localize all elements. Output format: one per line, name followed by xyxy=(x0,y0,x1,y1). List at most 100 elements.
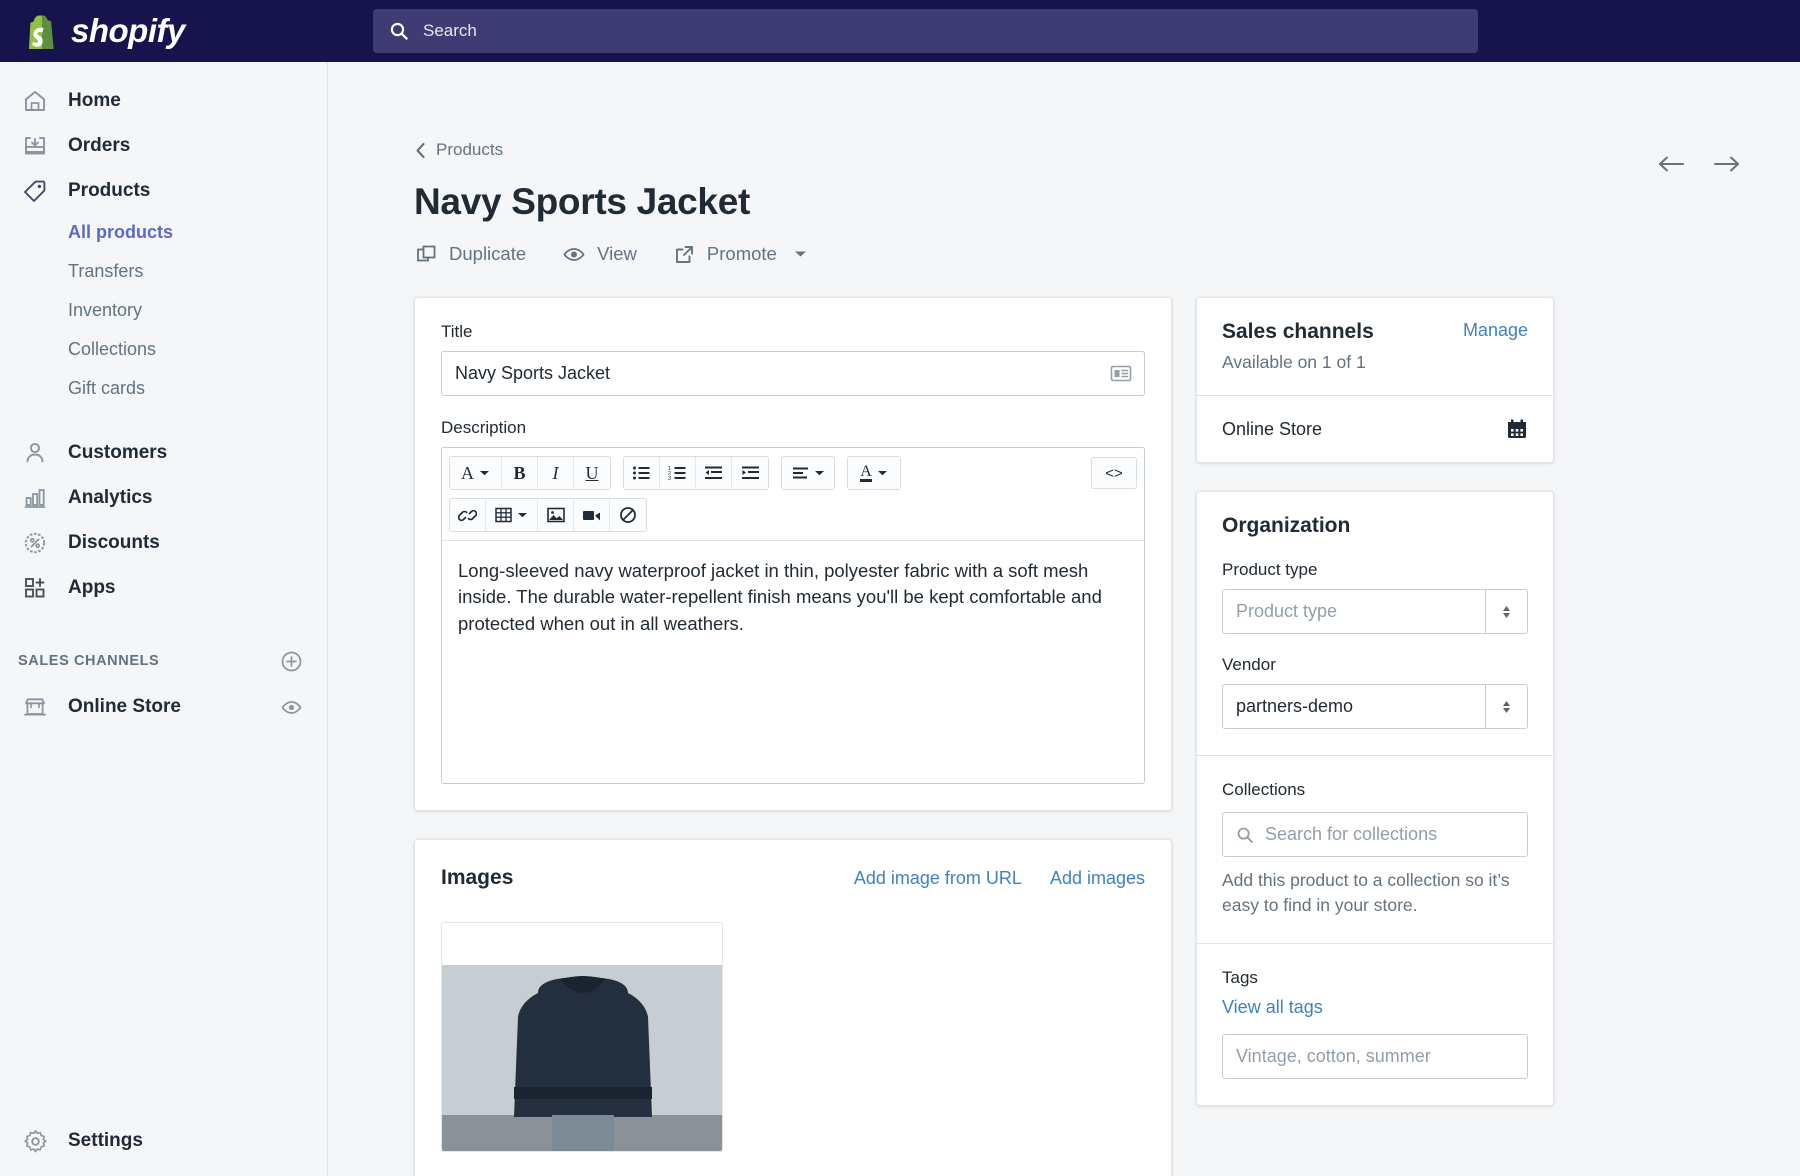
next-product-button[interactable] xyxy=(1712,154,1742,174)
images-card-header: Images Add image from URL Add images xyxy=(441,866,1145,890)
tags-input[interactable]: Vintage, cotton, summer xyxy=(1222,1034,1528,1079)
view-all-tags-link[interactable]: View all tags xyxy=(1222,997,1528,1018)
sidebar-nav: Home Orders Products All products Transf… xyxy=(0,62,328,1176)
product-actions: Duplicate View Promote xyxy=(414,243,1742,265)
numbered-list-icon[interactable]: 123 xyxy=(660,457,696,489)
top-bar: shopify Search xyxy=(0,0,1800,62)
sidebar-item-settings[interactable]: Settings xyxy=(0,1112,327,1170)
duplicate-icon xyxy=(416,244,437,265)
chevron-left-icon xyxy=(414,142,427,159)
text-align-icon[interactable] xyxy=(782,457,834,489)
description-editor: A B I U xyxy=(441,447,1145,784)
calendar-icon[interactable] xyxy=(1506,418,1528,440)
add-images-link[interactable]: Add images xyxy=(1050,868,1145,889)
title-field-label: Title xyxy=(441,322,1145,342)
add-image-from-url-link[interactable]: Add image from URL xyxy=(854,868,1022,889)
outdent-icon[interactable] xyxy=(696,457,732,489)
title-input[interactable]: Navy Sports Jacket xyxy=(441,351,1145,396)
font-style-icon[interactable]: A xyxy=(450,457,502,489)
sidebar-item-products[interactable]: Products xyxy=(0,168,327,213)
insert-image-icon[interactable] xyxy=(538,499,574,531)
page-header: Products Navy Sports Jacket xyxy=(414,140,1742,223)
storefront-icon xyxy=(18,694,52,720)
pagination-controls xyxy=(1656,140,1742,174)
sales-channels-heading: SALES CHANNELS xyxy=(18,653,159,669)
duplicate-button[interactable]: Duplicate xyxy=(416,243,526,265)
sidebar-subitem-transfers[interactable]: Transfers xyxy=(0,252,327,291)
vendor-label: Vendor xyxy=(1222,655,1528,675)
product-photo xyxy=(442,965,722,1151)
collections-search-input[interactable]: Search for collections xyxy=(1222,812,1528,857)
underline-icon[interactable]: U xyxy=(574,457,610,489)
insert-video-icon[interactable] xyxy=(574,499,610,531)
bulleted-list-icon[interactable] xyxy=(624,457,660,489)
page-title: Navy Sports Jacket xyxy=(414,181,750,223)
sidebar-item-label: Products xyxy=(68,180,150,202)
sidebar-item-label: Analytics xyxy=(68,487,152,509)
clear-formatting-icon[interactable] xyxy=(610,499,646,531)
sidebar-subitem-all-products[interactable]: All products xyxy=(0,213,327,252)
toolbar-group-align xyxy=(781,456,835,490)
tags-label: Tags xyxy=(1222,968,1528,988)
sales-channels-section-header: SALES CHANNELS xyxy=(0,638,327,684)
sidebar-item-customers[interactable]: Customers xyxy=(0,430,327,475)
promote-button[interactable]: Promote xyxy=(674,243,808,265)
view-label: View xyxy=(597,243,637,265)
sidebar-subitem-gift-cards[interactable]: Gift cards xyxy=(0,369,327,408)
code-view-icon[interactable]: <> xyxy=(1091,457,1137,489)
table-icon[interactable] xyxy=(486,499,538,531)
product-type-select[interactable]: Product type xyxy=(1222,589,1528,634)
gear-icon xyxy=(18,1128,52,1155)
sidebar-item-home[interactable]: Home xyxy=(0,78,327,123)
view-button[interactable]: View xyxy=(563,243,637,265)
content-columns: Title Navy Sports Jacket Description xyxy=(414,297,1742,1176)
bold-icon[interactable]: B xyxy=(502,457,538,489)
previous-product-button[interactable] xyxy=(1656,154,1686,174)
sidebar-item-label: Discounts xyxy=(68,532,160,554)
search-area: Search xyxy=(328,9,1800,53)
external-link-icon xyxy=(674,244,695,265)
tags-placeholder: Vintage, cotton, summer xyxy=(1236,1046,1515,1067)
vendor-select[interactable]: partners-demo xyxy=(1222,684,1528,729)
organization-card: Organization Product type Product type V… xyxy=(1196,491,1554,1106)
collections-section: Collections Search for collections Add t… xyxy=(1197,755,1553,943)
sidebar-subitem-inventory[interactable]: Inventory xyxy=(0,291,327,330)
images-card: Images Add image from URL Add images xyxy=(414,839,1172,1176)
product-type-label: Product type xyxy=(1222,560,1528,580)
organization-main-section: Organization Product type Product type V… xyxy=(1197,492,1553,755)
sidebar-item-label: Apps xyxy=(68,577,116,599)
preview-eye-icon[interactable] xyxy=(280,696,303,719)
add-sales-channel-icon[interactable] xyxy=(280,650,303,673)
right-column: Sales channels Manage Available on 1 of … xyxy=(1196,297,1554,1176)
organization-heading: Organization xyxy=(1222,514,1528,538)
sidebar-channel-label: Online Store xyxy=(68,696,181,718)
manage-sales-channels-link[interactable]: Manage xyxy=(1463,320,1528,341)
sidebar-item-apps[interactable]: Apps xyxy=(0,565,327,610)
sales-channels-header-section: Sales channels Manage Available on 1 of … xyxy=(1197,298,1553,395)
link-icon[interactable] xyxy=(450,499,486,531)
sidebar-item-orders[interactable]: Orders xyxy=(0,123,327,168)
sidebar-item-discounts[interactable]: Discounts xyxy=(0,520,327,565)
tag-icon xyxy=(18,178,52,204)
sidebar-item-analytics[interactable]: Analytics xyxy=(0,475,327,520)
sidebar-channel-online-store[interactable]: Online Store xyxy=(0,684,327,730)
shopify-bag-icon xyxy=(26,12,60,50)
title-suffix-icon[interactable] xyxy=(1110,364,1132,383)
breadcrumb[interactable]: Products xyxy=(414,140,750,160)
sidebar-item-label: Customers xyxy=(68,442,167,464)
product-details-card: Title Navy Sports Jacket Description xyxy=(414,297,1172,811)
shopify-logo[interactable]: shopify xyxy=(0,0,328,62)
collections-search-placeholder: Search for collections xyxy=(1265,824,1527,845)
title-input-value: Navy Sports Jacket xyxy=(455,363,1110,384)
sales-channel-row-online-store[interactable]: Online Store xyxy=(1197,395,1553,462)
product-image-thumbnail[interactable] xyxy=(441,922,723,1152)
sidebar-subitem-collections[interactable]: Collections xyxy=(0,330,327,369)
sidebar-subitem-label: Transfers xyxy=(68,261,143,282)
indent-icon[interactable] xyxy=(732,457,768,489)
toolbar-group-lists: 123 xyxy=(623,456,769,490)
description-editor-body[interactable]: Long-sleeved navy waterproof jacket in t… xyxy=(442,540,1144,783)
italic-icon[interactable]: I xyxy=(538,457,574,489)
search-input[interactable]: Search xyxy=(373,9,1478,53)
text-color-icon[interactable]: A xyxy=(848,457,900,489)
apps-grid-plus-icon xyxy=(18,575,52,601)
